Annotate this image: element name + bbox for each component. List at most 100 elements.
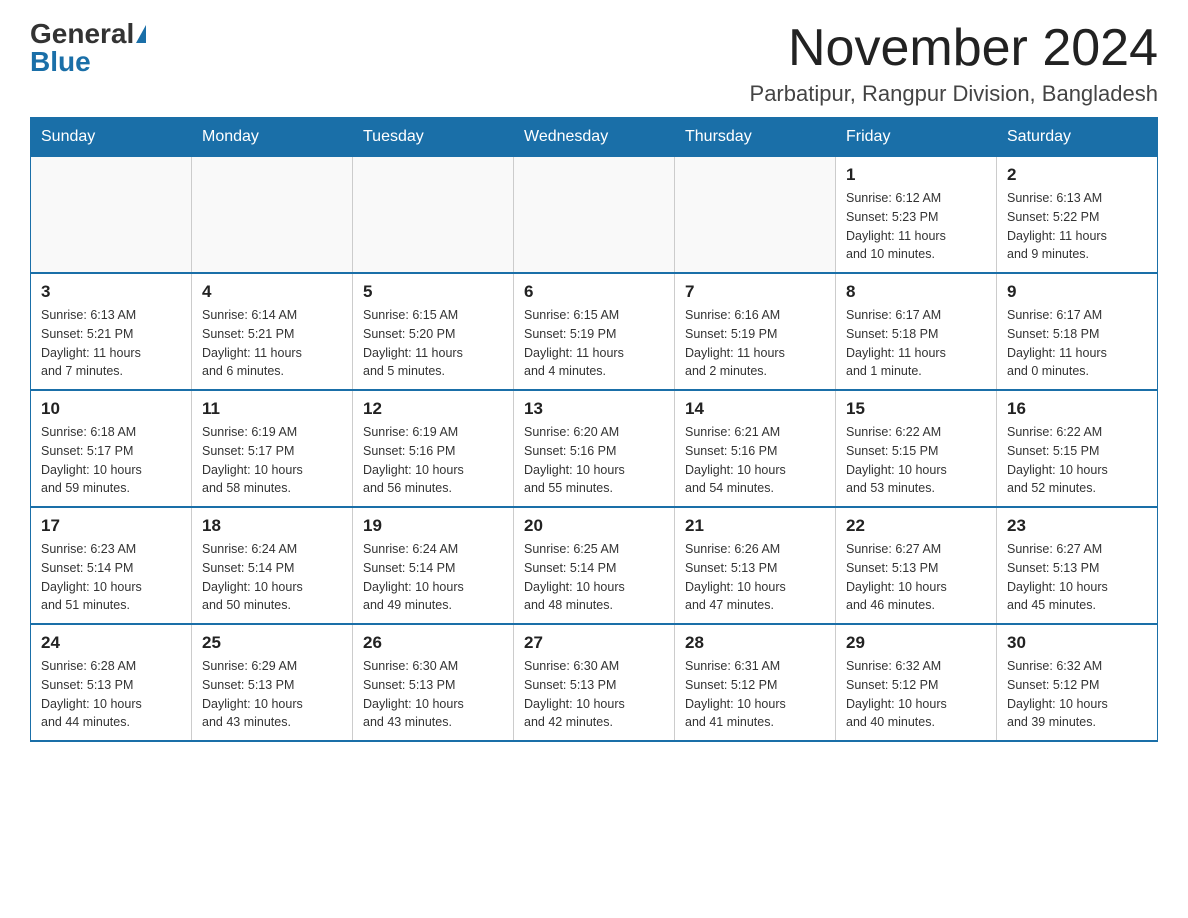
day-info: Sunrise: 6:27 AM Sunset: 5:13 PM Dayligh… <box>1007 540 1147 615</box>
day-cell: 3 Sunrise: 6:13 AM Sunset: 5:21 PM Daylig… <box>31 273 192 390</box>
day-number: 17 <box>41 516 181 536</box>
day-number: 5 <box>363 282 503 302</box>
day-number: 20 <box>524 516 664 536</box>
day-info: Sunrise: 6:18 AM Sunset: 5:17 PM Dayligh… <box>41 423 181 498</box>
day-cell: 27 Sunrise: 6:30 AM Sunset: 5:13 PM Dayli… <box>514 624 675 741</box>
day-cell: 17 Sunrise: 6:23 AM Sunset: 5:14 PM Dayli… <box>31 507 192 624</box>
day-cell: 12 Sunrise: 6:19 AM Sunset: 5:16 PM Dayli… <box>353 390 514 507</box>
day-info: Sunrise: 6:17 AM Sunset: 5:18 PM Dayligh… <box>846 306 986 381</box>
day-info: Sunrise: 6:22 AM Sunset: 5:15 PM Dayligh… <box>1007 423 1147 498</box>
day-cell: 8 Sunrise: 6:17 AM Sunset: 5:18 PM Daylig… <box>836 273 997 390</box>
week-row-2: 3 Sunrise: 6:13 AM Sunset: 5:21 PM Daylig… <box>31 273 1158 390</box>
day-cell: 30 Sunrise: 6:32 AM Sunset: 5:12 PM Dayli… <box>997 624 1158 741</box>
day-number: 16 <box>1007 399 1147 419</box>
logo-blue-text: Blue <box>30 48 91 76</box>
day-info: Sunrise: 6:12 AM Sunset: 5:23 PM Dayligh… <box>846 189 986 264</box>
day-cell: 21 Sunrise: 6:26 AM Sunset: 5:13 PM Dayli… <box>675 507 836 624</box>
weekday-header-thursday: Thursday <box>675 118 836 157</box>
day-cell: 1 Sunrise: 6:12 AM Sunset: 5:23 PM Daylig… <box>836 157 997 274</box>
day-info: Sunrise: 6:15 AM Sunset: 5:20 PM Dayligh… <box>363 306 503 381</box>
day-info: Sunrise: 6:24 AM Sunset: 5:14 PM Dayligh… <box>202 540 342 615</box>
day-cell: 18 Sunrise: 6:24 AM Sunset: 5:14 PM Dayli… <box>192 507 353 624</box>
day-number: 8 <box>846 282 986 302</box>
day-number: 1 <box>846 165 986 185</box>
day-info: Sunrise: 6:27 AM Sunset: 5:13 PM Dayligh… <box>846 540 986 615</box>
day-number: 12 <box>363 399 503 419</box>
week-row-5: 24Sunrise: 6:28 AM Sunset: 5:13 PM Dayli… <box>31 624 1158 741</box>
day-info: Sunrise: 6:19 AM Sunset: 5:17 PM Dayligh… <box>202 423 342 498</box>
day-number: 2 <box>1007 165 1147 185</box>
day-number: 24 <box>41 633 181 653</box>
day-info: Sunrise: 6:29 AM Sunset: 5:13 PM Dayligh… <box>202 657 342 732</box>
weekday-header-monday: Monday <box>192 118 353 157</box>
day-info: Sunrise: 6:30 AM Sunset: 5:13 PM Dayligh… <box>363 657 503 732</box>
weekday-header-sunday: Sunday <box>31 118 192 157</box>
day-cell <box>514 157 675 274</box>
day-info: Sunrise: 6:23 AM Sunset: 5:14 PM Dayligh… <box>41 540 181 615</box>
logo: General Blue <box>30 20 146 76</box>
day-info: Sunrise: 6:20 AM Sunset: 5:16 PM Dayligh… <box>524 423 664 498</box>
day-info: Sunrise: 6:26 AM Sunset: 5:13 PM Dayligh… <box>685 540 825 615</box>
day-cell: 19Sunrise: 6:24 AM Sunset: 5:14 PM Dayli… <box>353 507 514 624</box>
weekday-header-wednesday: Wednesday <box>514 118 675 157</box>
day-cell: 13 Sunrise: 6:20 AM Sunset: 5:16 PM Dayli… <box>514 390 675 507</box>
week-row-1: 1 Sunrise: 6:12 AM Sunset: 5:23 PM Daylig… <box>31 157 1158 274</box>
day-cell <box>31 157 192 274</box>
week-row-4: 17 Sunrise: 6:23 AM Sunset: 5:14 PM Dayli… <box>31 507 1158 624</box>
day-info: Sunrise: 6:17 AM Sunset: 5:18 PM Dayligh… <box>1007 306 1147 381</box>
day-cell: 24Sunrise: 6:28 AM Sunset: 5:13 PM Dayli… <box>31 624 192 741</box>
calendar-table: SundayMondayTuesdayWednesdayThursdayFrid… <box>30 117 1158 742</box>
weekday-header-row: SundayMondayTuesdayWednesdayThursdayFrid… <box>31 118 1158 157</box>
day-number: 25 <box>202 633 342 653</box>
day-info: Sunrise: 6:31 AM Sunset: 5:12 PM Dayligh… <box>685 657 825 732</box>
day-number: 15 <box>846 399 986 419</box>
weekday-header-saturday: Saturday <box>997 118 1158 157</box>
day-info: Sunrise: 6:32 AM Sunset: 5:12 PM Dayligh… <box>846 657 986 732</box>
day-number: 19 <box>363 516 503 536</box>
day-info: Sunrise: 6:13 AM Sunset: 5:22 PM Dayligh… <box>1007 189 1147 264</box>
day-number: 30 <box>1007 633 1147 653</box>
day-number: 3 <box>41 282 181 302</box>
day-cell: 22 Sunrise: 6:27 AM Sunset: 5:13 PM Dayli… <box>836 507 997 624</box>
logo-triangle-icon <box>136 25 146 43</box>
day-cell: 20 Sunrise: 6:25 AM Sunset: 5:14 PM Dayli… <box>514 507 675 624</box>
day-number: 22 <box>846 516 986 536</box>
day-cell: 6 Sunrise: 6:15 AM Sunset: 5:19 PM Daylig… <box>514 273 675 390</box>
day-cell <box>353 157 514 274</box>
week-row-3: 10 Sunrise: 6:18 AM Sunset: 5:17 PM Dayli… <box>31 390 1158 507</box>
day-cell: 14 Sunrise: 6:21 AM Sunset: 5:16 PM Dayli… <box>675 390 836 507</box>
day-number: 10 <box>41 399 181 419</box>
day-number: 14 <box>685 399 825 419</box>
day-info: Sunrise: 6:15 AM Sunset: 5:19 PM Dayligh… <box>524 306 664 381</box>
day-cell: 26 Sunrise: 6:30 AM Sunset: 5:13 PM Dayli… <box>353 624 514 741</box>
day-info: Sunrise: 6:32 AM Sunset: 5:12 PM Dayligh… <box>1007 657 1147 732</box>
day-number: 11 <box>202 399 342 419</box>
location-title: Parbatipur, Rangpur Division, Bangladesh <box>750 81 1158 107</box>
day-info: Sunrise: 6:30 AM Sunset: 5:13 PM Dayligh… <box>524 657 664 732</box>
day-number: 7 <box>685 282 825 302</box>
logo-general-text: General <box>30 20 134 48</box>
day-cell: 16 Sunrise: 6:22 AM Sunset: 5:15 PM Dayli… <box>997 390 1158 507</box>
day-cell: 2 Sunrise: 6:13 AM Sunset: 5:22 PM Daylig… <box>997 157 1158 274</box>
day-number: 29 <box>846 633 986 653</box>
day-cell <box>675 157 836 274</box>
weekday-header-tuesday: Tuesday <box>353 118 514 157</box>
day-cell: 23Sunrise: 6:27 AM Sunset: 5:13 PM Dayli… <box>997 507 1158 624</box>
day-cell: 4Sunrise: 6:14 AM Sunset: 5:21 PM Daylig… <box>192 273 353 390</box>
day-number: 27 <box>524 633 664 653</box>
day-number: 21 <box>685 516 825 536</box>
day-cell: 11 Sunrise: 6:19 AM Sunset: 5:17 PM Dayli… <box>192 390 353 507</box>
day-number: 6 <box>524 282 664 302</box>
day-cell <box>192 157 353 274</box>
day-info: Sunrise: 6:19 AM Sunset: 5:16 PM Dayligh… <box>363 423 503 498</box>
day-cell: 10 Sunrise: 6:18 AM Sunset: 5:17 PM Dayli… <box>31 390 192 507</box>
day-number: 18 <box>202 516 342 536</box>
day-number: 28 <box>685 633 825 653</box>
day-info: Sunrise: 6:21 AM Sunset: 5:16 PM Dayligh… <box>685 423 825 498</box>
day-number: 26 <box>363 633 503 653</box>
day-info: Sunrise: 6:25 AM Sunset: 5:14 PM Dayligh… <box>524 540 664 615</box>
day-info: Sunrise: 6:13 AM Sunset: 5:21 PM Dayligh… <box>41 306 181 381</box>
day-number: 13 <box>524 399 664 419</box>
day-number: 9 <box>1007 282 1147 302</box>
page-header: General Blue November 2024 Parbatipur, R… <box>30 20 1158 107</box>
